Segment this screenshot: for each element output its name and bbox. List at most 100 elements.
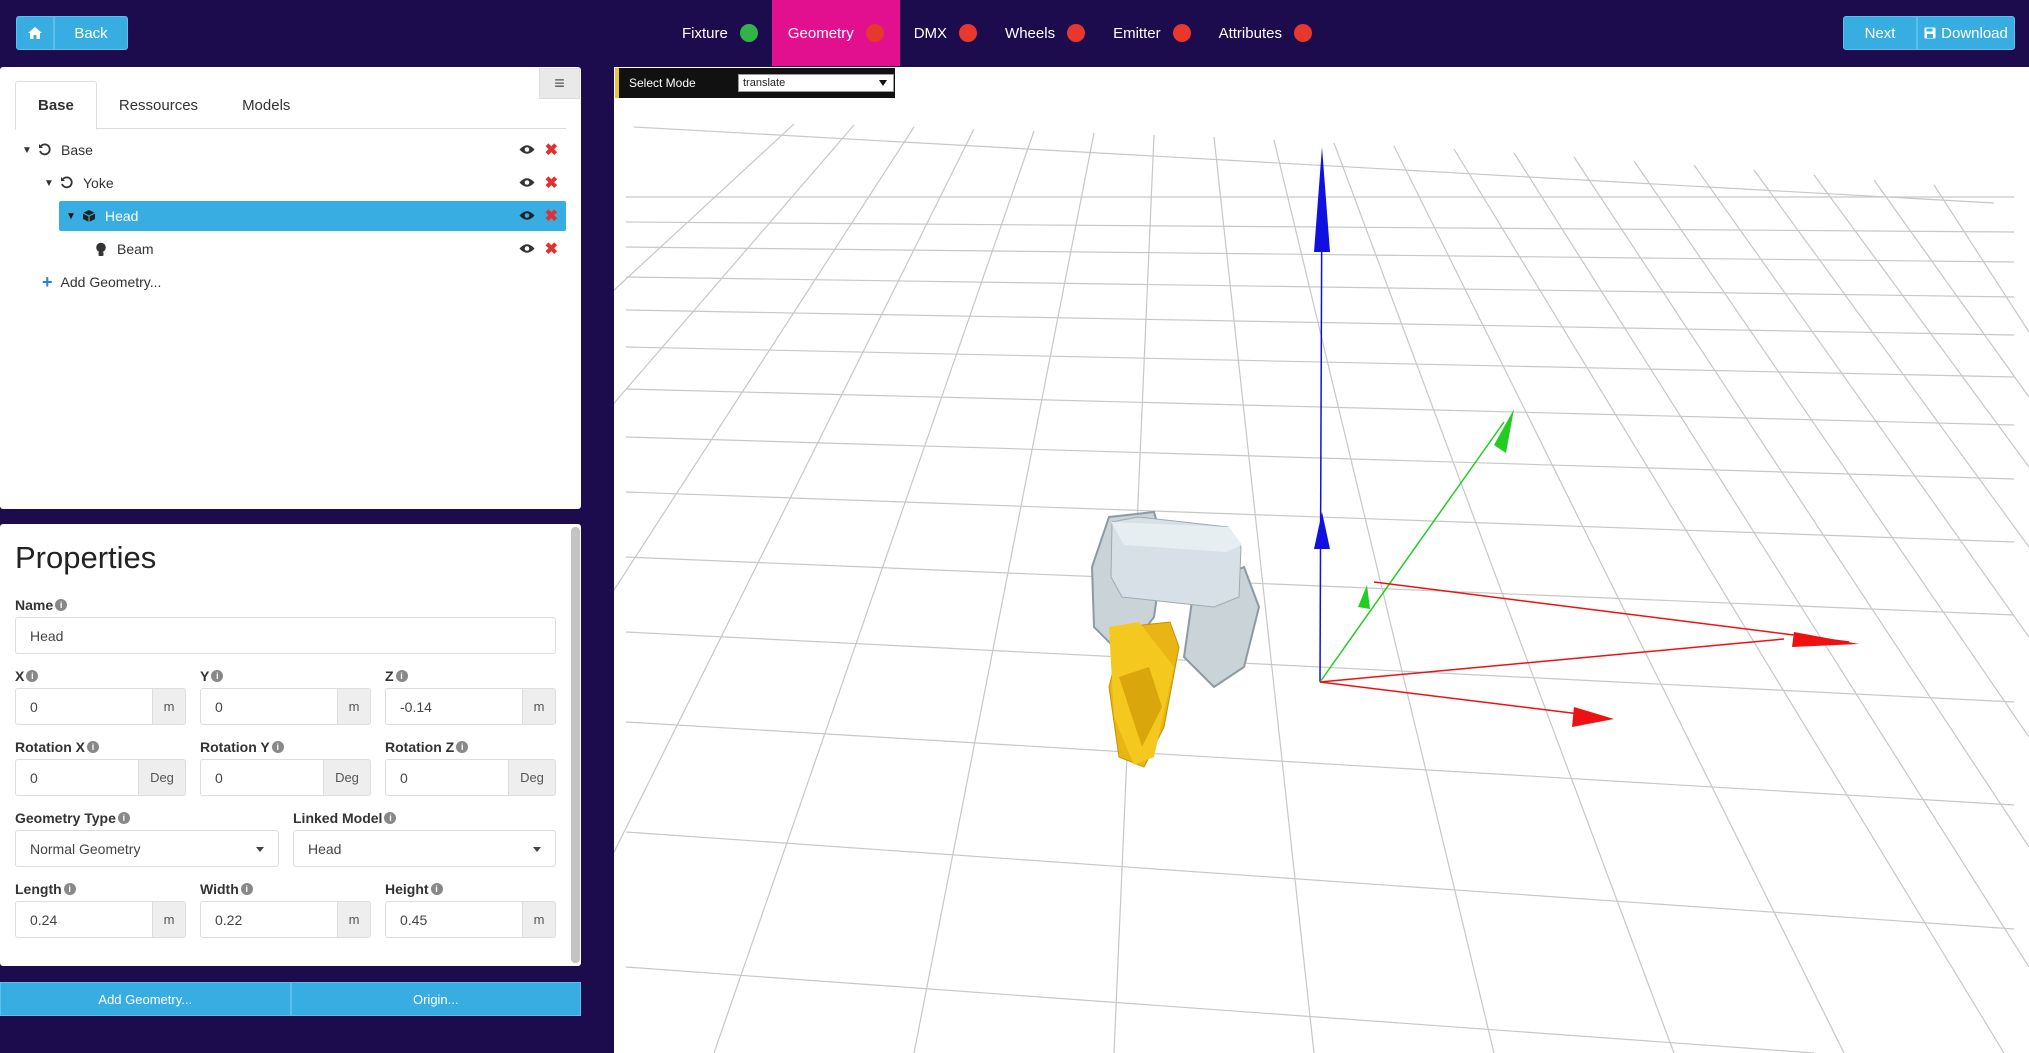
info-icon[interactable]: i: [26, 670, 39, 682]
length-label: Length i: [15, 881, 76, 897]
tab-base[interactable]: Base: [15, 81, 97, 130]
3d-viewport[interactable]: [213, 67, 2029, 1053]
x-input[interactable]: 0: [15, 688, 153, 725]
info-icon[interactable]: i: [271, 741, 284, 753]
download-label: Download: [1941, 24, 2008, 42]
info-icon[interactable]: i: [87, 741, 99, 753]
geometry-tree-panel: ≡ Base Ressources Models ▼ Base ✖ ▼ Yoke…: [0, 67, 581, 509]
scrollbar[interactable]: [571, 527, 580, 963]
rotate-icon: [57, 176, 77, 190]
3d-scene[interactable]: [213, 67, 2029, 1053]
info-icon[interactable]: i: [456, 741, 469, 753]
info-icon[interactable]: i: [240, 883, 253, 895]
tree-tabs: Base Ressources Models: [15, 81, 566, 130]
tab-label: Attributes: [1218, 24, 1282, 42]
fixture-model[interactable]: [1090, 510, 1261, 768]
y-input[interactable]: 0: [200, 688, 338, 725]
info-icon[interactable]: i: [211, 670, 224, 682]
tab-wheels[interactable]: Wheels: [991, 0, 1099, 66]
step-tabs: Fixture Geometry DMX Wheels Emitter Attr…: [668, 0, 1326, 66]
tab-fixture[interactable]: Fixture: [668, 0, 772, 66]
tree-node-yoke[interactable]: ▼ Yoke ✖: [15, 168, 566, 198]
info-icon[interactable]: i: [395, 670, 408, 682]
tree-node-head[interactable]: ▼ Head ✖: [59, 201, 566, 231]
status-dot: [865, 24, 884, 42]
width-label: Width i: [200, 881, 253, 897]
tree-node-label: Head: [105, 208, 139, 224]
linked-model-select[interactable]: Head: [293, 830, 556, 867]
properties-title: Properties: [15, 540, 157, 575]
width-input[interactable]: 0.22: [200, 901, 338, 938]
tab-models[interactable]: Models: [220, 81, 312, 129]
tab-label: DMX: [913, 24, 948, 42]
next-button[interactable]: Next: [1843, 16, 1917, 50]
transform-gizmo[interactable]: [1314, 147, 1859, 727]
geometry-type-select[interactable]: Normal Geometry: [15, 830, 279, 867]
caret-down-icon[interactable]: ▼: [41, 178, 57, 189]
eye-icon[interactable]: [519, 142, 535, 158]
bulb-icon: [91, 242, 111, 257]
caret-down-icon[interactable]: ▼: [63, 211, 79, 222]
info-icon[interactable]: i: [63, 883, 76, 895]
chevron-down-icon: [533, 847, 541, 852]
origin-button[interactable]: Origin...: [290, 982, 581, 1016]
tab-label: Wheels: [1005, 24, 1056, 42]
tree-node-base[interactable]: ▼ Base ✖: [15, 135, 566, 165]
name-input[interactable]: Head: [15, 617, 556, 654]
select-mode-bar: Select Mode translate: [615, 68, 895, 98]
name-label: Name i: [15, 597, 68, 613]
home-button[interactable]: [16, 16, 54, 50]
tab-label: Emitter: [1113, 24, 1161, 42]
rotation-x-input[interactable]: 0: [15, 759, 139, 796]
geometry-tree: ▼ Base ✖ ▼ Yoke ✖ ▼ Head ✖ Beam ✖ + Add …: [15, 135, 566, 297]
cube-icon: [79, 209, 99, 223]
tab-emitter[interactable]: Emitter: [1099, 0, 1205, 66]
tab-geometry[interactable]: Geometry: [771, 0, 900, 66]
length-input[interactable]: 0.24: [15, 901, 153, 938]
z-label: Zi: [385, 668, 408, 684]
x-unit: m: [152, 688, 186, 725]
status-dot: [1293, 24, 1312, 42]
rotation-z-input[interactable]: 0: [385, 759, 509, 796]
info-icon[interactable]: i: [384, 812, 397, 824]
caret-down-icon[interactable]: ▼: [19, 145, 35, 156]
delete-icon[interactable]: ✖: [545, 206, 558, 226]
z-input[interactable]: -0.14: [385, 688, 523, 725]
delete-icon[interactable]: ✖: [545, 239, 558, 259]
eye-icon[interactable]: [519, 208, 535, 224]
status-dot: [959, 24, 978, 42]
tree-node-beam[interactable]: Beam ✖: [15, 234, 566, 264]
x-label: Xi: [15, 668, 39, 684]
plus-icon: +: [42, 271, 53, 292]
rotation-x-unit: Deg: [138, 759, 186, 796]
y-label: Yi: [200, 668, 224, 684]
length-unit: m: [152, 901, 186, 938]
download-button[interactable]: Download: [1917, 16, 2015, 50]
tab-ressources[interactable]: Ressources: [97, 81, 220, 129]
add-geometry-link[interactable]: + Add Geometry...: [15, 267, 566, 297]
geometry-type-value: Normal Geometry: [30, 840, 141, 857]
linked-model-value: Head: [308, 840, 342, 857]
height-input[interactable]: 0.45: [385, 901, 523, 938]
select-mode-dropdown[interactable]: translate: [738, 74, 894, 92]
tree-node-label: Yoke: [83, 175, 114, 191]
tree-node-label: Base: [61, 142, 93, 158]
tab-attributes[interactable]: Attributes: [1205, 0, 1326, 66]
delete-icon[interactable]: ✖: [545, 140, 558, 160]
info-icon[interactable]: i: [117, 812, 130, 824]
chevron-down-icon: [879, 80, 887, 86]
info-icon[interactable]: i: [430, 883, 443, 895]
geometry-type-label: Geometry Type i: [15, 810, 130, 826]
status-dot: [739, 24, 758, 42]
status-dot: [1172, 24, 1191, 42]
eye-icon[interactable]: [519, 241, 535, 257]
eye-icon[interactable]: [519, 175, 535, 191]
save-icon: [1924, 27, 1936, 39]
rotation-y-input[interactable]: 0: [200, 759, 324, 796]
add-geometry-button[interactable]: Add Geometry...: [0, 982, 291, 1016]
info-icon[interactable]: i: [55, 599, 68, 611]
delete-icon[interactable]: ✖: [545, 173, 558, 193]
rotation-y-label: Rotation Yi: [200, 739, 284, 755]
back-button[interactable]: Back: [54, 16, 128, 50]
tab-dmx[interactable]: DMX: [900, 0, 991, 66]
